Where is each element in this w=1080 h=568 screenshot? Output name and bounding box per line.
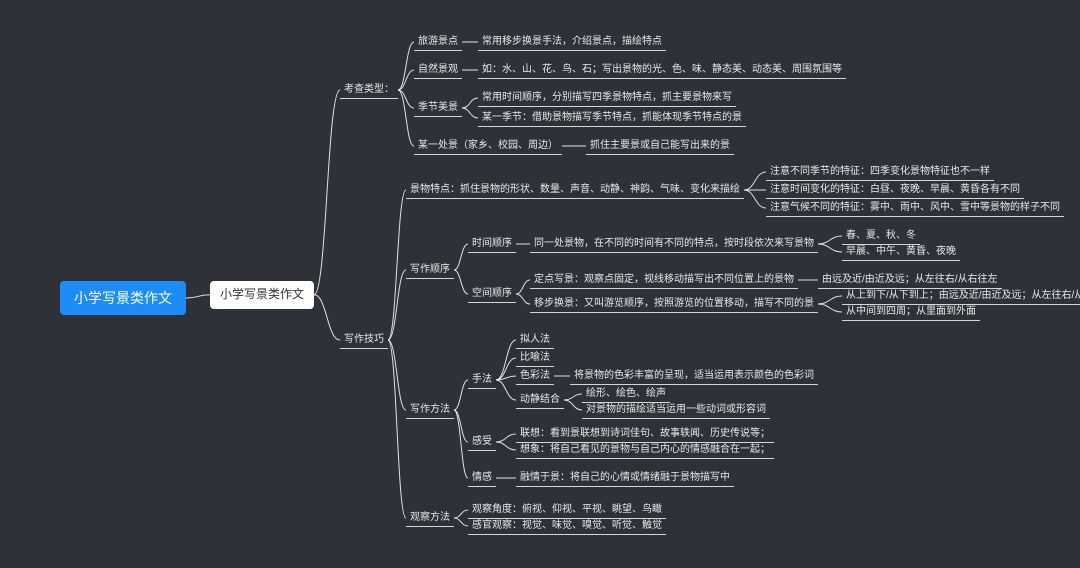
mindmap-node[interactable]: 抓住主要景或自己能写出来的景 xyxy=(586,137,734,155)
mindmap-node[interactable]: 时间顺序 xyxy=(468,235,516,253)
mindmap-node[interactable]: 注意不同季节的特征：四季变化景物特征也不一样 xyxy=(766,163,994,181)
node-label: 时间顺序 xyxy=(472,237,512,250)
node-label: 空间顺序 xyxy=(472,287,512,300)
mindmap-node[interactable]: 注意气候不同的特征：雾中、雨中、风中、雪中等景物的样子不同 xyxy=(766,199,1064,217)
node-label: 写作技巧 xyxy=(344,333,384,346)
mindmap-node[interactable]: 某一季节：借助景物描写季节特点，抓能体现季节特点的景 xyxy=(478,109,746,127)
mindmap-node[interactable]: 早晨、中午、黄昏、夜晚 xyxy=(842,243,960,261)
mindmap-node[interactable]: 情感 xyxy=(468,469,496,487)
mindmap-node[interactable]: 常用时间顺序，分别描写四季景物特点，抓主要景物来写 xyxy=(478,89,736,107)
node-label: 小学写景类作文 xyxy=(220,287,304,303)
node-label: 定点写景：观察点固定，视线移动描写出不同位置上的景物 xyxy=(534,273,794,286)
node-label: 早晨、中午、黄昏、夜晚 xyxy=(846,245,956,258)
mindmap-node[interactable]: 常用移步换景手法，介绍景点，描绘特点 xyxy=(478,33,666,51)
node-label: 拟人法 xyxy=(520,333,550,346)
node-label: 写作方法 xyxy=(410,403,450,416)
mindmap-node[interactable]: 自然景观 xyxy=(414,61,462,79)
mindmap-node[interactable]: 如：水、山、花、鸟、石；写出景物的光、色、味、静态美、动态美、周围氛围等 xyxy=(478,61,846,79)
node-label: 想象：将自己看见的景物与自己内心的情感融合在一起； xyxy=(520,443,770,456)
mindmap-node[interactable]: 小学写景类作文 xyxy=(60,281,186,315)
mindmap-node[interactable]: 将景物的色彩丰富的呈现，适当运用表示颜色的色彩词 xyxy=(570,367,818,385)
mindmap-node[interactable]: 从中间到四周；从里面到外面 xyxy=(842,303,980,321)
node-label: 色彩法 xyxy=(520,369,550,382)
node-label: 春、夏、秋、冬 xyxy=(846,229,916,242)
node-label: 将景物的色彩丰富的呈现，适当运用表示颜色的色彩词 xyxy=(574,369,814,382)
mindmap-node[interactable]: 空间顺序 xyxy=(468,285,516,303)
mindmap-node[interactable]: 同一处景物，在不同的时间有不同的特点，按时段依次来写景物 xyxy=(530,235,818,253)
mindmap-node[interactable]: 动静结合 xyxy=(516,391,564,409)
node-label: 情感 xyxy=(472,471,492,484)
mindmap-node[interactable]: 比喻法 xyxy=(516,349,554,367)
mindmap-node[interactable]: 注意时间变化的特征：白昼、夜晚、早晨、黄昏各有不同 xyxy=(766,181,1024,199)
mindmap-node[interactable]: 手法 xyxy=(468,371,496,389)
node-label: 景物特点：抓住景物的形状、数量、声音、动静、神韵、气味、变化来描绘 xyxy=(410,183,740,196)
node-label: 绘形、绘色、绘声 xyxy=(586,387,666,400)
node-label: 从中间到四周；从里面到外面 xyxy=(846,305,976,318)
mindmap-node[interactable]: 观察方法 xyxy=(406,509,454,527)
node-label: 某一季节：借助景物描写季节特点，抓能体现季节特点的景 xyxy=(482,111,742,124)
node-label: 抓住主要景或自己能写出来的景 xyxy=(590,139,730,152)
mindmap-node[interactable]: 旅游景点 xyxy=(414,33,462,51)
mindmap-node[interactable]: 移步换景：又叫游览顺序，按照游览的位置移动，描写不同的景 xyxy=(530,295,818,313)
node-label: 注意气候不同的特征：雾中、雨中、风中、雪中等景物的样子不同 xyxy=(770,201,1060,214)
node-label: 注意时间变化的特征：白昼、夜晚、早晨、黄昏各有不同 xyxy=(770,183,1020,196)
node-label: 季节美景 xyxy=(418,101,458,114)
node-label: 某一处景（家乡、校园、周边） xyxy=(418,139,558,152)
mindmap-node[interactable]: 色彩法 xyxy=(516,367,554,385)
node-label: 感官观察：视觉、味觉、嗅觉、听觉、触觉 xyxy=(472,519,662,532)
mindmap-node[interactable]: 拟人法 xyxy=(516,331,554,349)
node-label: 写作顺序 xyxy=(410,263,450,276)
mindmap-node[interactable]: 融情于景：将自己的心情或情绪融于景物描写中 xyxy=(516,469,734,487)
node-label: 同一处景物，在不同的时间有不同的特点，按时段依次来写景物 xyxy=(534,237,814,250)
node-label: 考查类型： xyxy=(344,83,394,96)
mindmap-node[interactable]: 小学写景类作文 xyxy=(210,281,314,309)
mindmap-node[interactable]: 感官观察：视觉、味觉、嗅觉、听觉、触觉 xyxy=(468,517,666,535)
node-label: 观察方法 xyxy=(410,511,450,524)
mindmap-node[interactable]: 写作顺序 xyxy=(406,261,454,279)
node-label: 小学写景类作文 xyxy=(74,289,172,307)
node-label: 动静结合 xyxy=(520,393,560,406)
node-label: 从上到下/从下到上；由远及近/由近及远；从左往右/从右往左 xyxy=(846,289,1080,302)
node-label: 联想：看到景联想到诗词佳句、故事轶闻、历史传说等； xyxy=(520,427,770,440)
node-label: 移步换景：又叫游览顺序，按照游览的位置移动，描写不同的景 xyxy=(534,297,814,310)
mindmap-node[interactable]: 某一处景（家乡、校园、周边） xyxy=(414,137,562,155)
node-label: 观察角度：俯视、仰视、平视、眺望、鸟瞰 xyxy=(472,503,662,516)
node-label: 比喻法 xyxy=(520,351,550,364)
node-label: 注意不同季节的特征：四季变化景物特征也不一样 xyxy=(770,165,990,178)
node-label: 常用时间顺序，分别描写四季景物特点，抓主要景物来写 xyxy=(482,91,732,104)
mindmap-node[interactable]: 景物特点：抓住景物的形状、数量、声音、动静、神韵、气味、变化来描绘 xyxy=(406,181,744,199)
mindmap-node[interactable]: 写作方法 xyxy=(406,401,454,419)
node-label: 如：水、山、花、鸟、石；写出景物的光、色、味、静态美、动态美、周围氛围等 xyxy=(482,63,842,76)
node-label: 融情于景：将自己的心情或情绪融于景物描写中 xyxy=(520,471,730,484)
node-label: 常用移步换景手法，介绍景点，描绘特点 xyxy=(482,35,662,48)
mindmap-node[interactable]: 定点写景：观察点固定，视线移动描写出不同位置上的景物 xyxy=(530,271,798,289)
mindmap-canvas[interactable]: 小学写景类作文 小学写景类作文 考查类型： 旅游景点 常用移步换景手法，介绍景点，描绘特… xyxy=(0,0,1080,568)
mindmap-node[interactable]: 写作技巧 xyxy=(340,331,388,349)
mindmap-node[interactable]: 对景物的描绘适当运用一些动词或形容词 xyxy=(582,401,770,419)
node-label: 旅游景点 xyxy=(418,35,458,48)
node-label: 自然景观 xyxy=(418,63,458,76)
mindmap-node[interactable]: 感受 xyxy=(468,433,496,451)
node-label: 由远及近/由近及远；从左往右/从右往左 xyxy=(822,273,998,286)
node-label: 手法 xyxy=(472,373,492,386)
mindmap-node[interactable]: 考查类型： xyxy=(340,81,398,99)
mindmap-node[interactable]: 季节美景 xyxy=(414,99,462,117)
mindmap-node[interactable]: 想象：将自己看见的景物与自己内心的情感融合在一起； xyxy=(516,441,774,459)
node-label: 对景物的描绘适当运用一些动词或形容词 xyxy=(586,403,766,416)
node-label: 感受 xyxy=(472,435,492,448)
